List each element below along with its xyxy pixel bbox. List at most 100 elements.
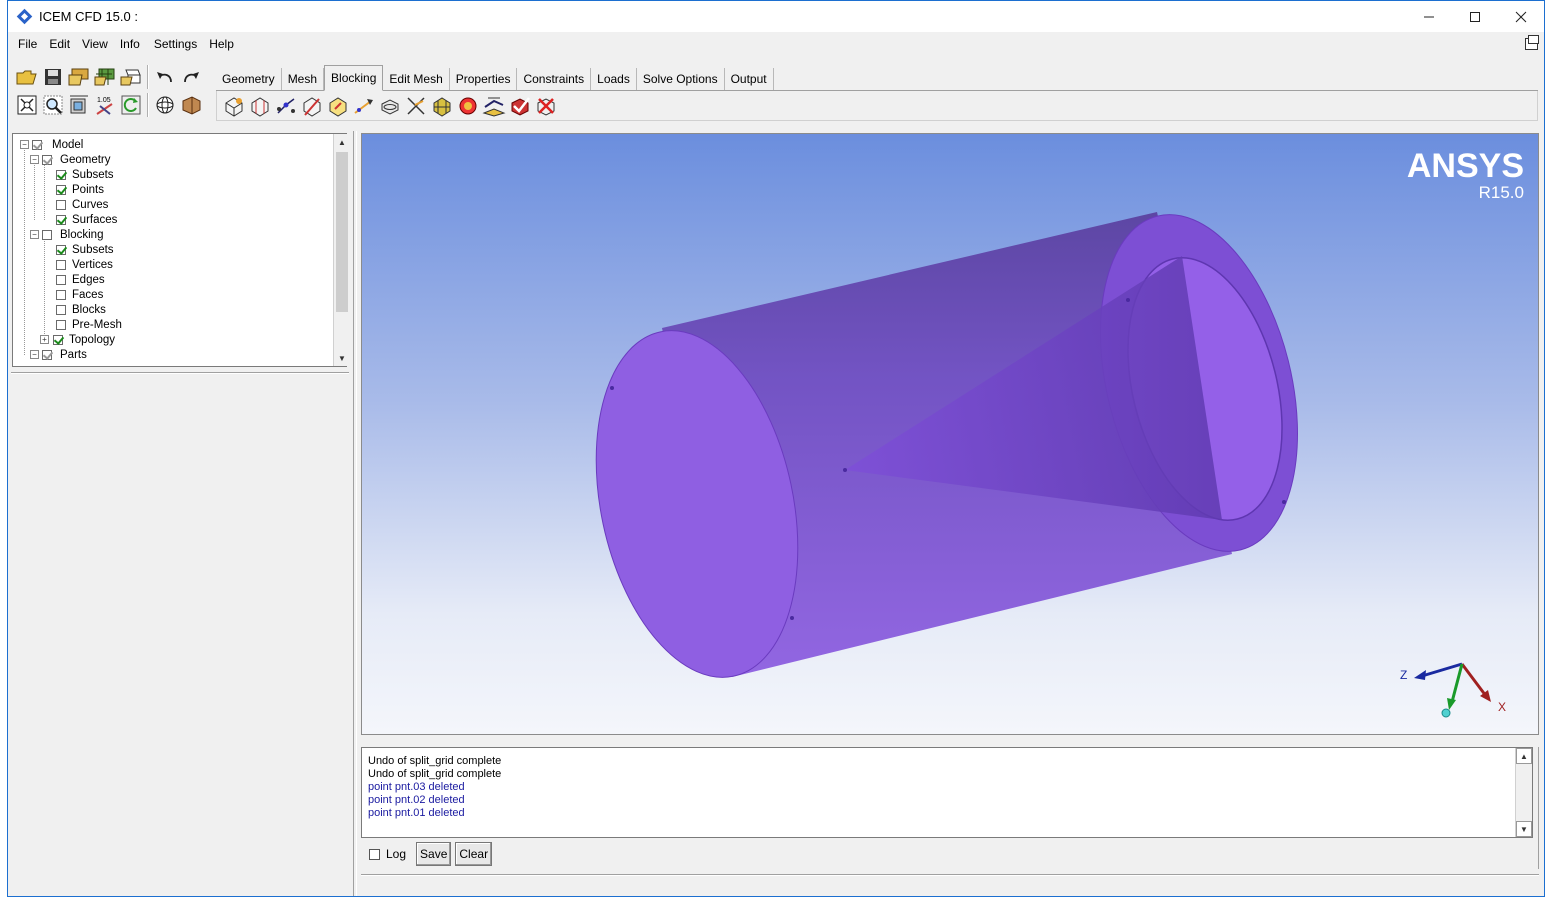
checkbox-vertices[interactable]: [56, 259, 66, 270]
tree-item-geometry-subsets[interactable]: Subsets: [56, 167, 114, 182]
create-block-button[interactable]: [221, 93, 247, 119]
message-line: point pnt.03 deleted: [368, 781, 465, 793]
scroll-down-icon[interactable]: ▼: [334, 350, 350, 366]
tree-item-faces[interactable]: Faces: [56, 287, 103, 302]
message-window[interactable]: Undo of split_grid complete Undo of spli…: [361, 747, 1533, 838]
expand-icon[interactable]: +: [40, 335, 49, 344]
delete-block-button[interactable]: [533, 93, 559, 119]
tree-item-edges[interactable]: Edges: [56, 272, 105, 287]
checkbox-pre-mesh[interactable]: [56, 319, 66, 330]
menu-view[interactable]: View: [76, 32, 114, 56]
restore-layout-icon[interactable]: [1525, 35, 1539, 50]
message-scrollbar[interactable]: ▲ ▼: [1515, 748, 1532, 837]
tree-item-geometry[interactable]: − Geometry: [30, 152, 111, 167]
toolbar-separator: [147, 93, 149, 117]
tab-solve-options[interactable]: Solve Options: [637, 68, 725, 90]
tree-item-blocking-subsets[interactable]: Subsets: [56, 242, 114, 257]
tab-geometry[interactable]: Geometry: [216, 68, 282, 90]
menu-edit[interactable]: Edit: [43, 32, 76, 56]
tree-item-blocking[interactable]: − Blocking: [30, 227, 103, 242]
tab-edit-mesh[interactable]: Edit Mesh: [383, 68, 450, 90]
open-blocking-button[interactable]: [118, 65, 144, 89]
check-blocks-button[interactable]: [507, 93, 533, 119]
wireframe-toggle-button[interactable]: [152, 93, 178, 117]
pre-mesh-smooth-button[interactable]: [481, 93, 507, 119]
checkbox-blocking[interactable]: [42, 229, 52, 240]
move-vertex-icon: [354, 98, 373, 114]
menu-help[interactable]: Help: [203, 32, 240, 56]
distance-button[interactable]: 1.05: [92, 93, 118, 117]
clear-messages-button[interactable]: Clear: [455, 842, 493, 866]
checkbox-blocking-subsets[interactable]: [56, 244, 66, 255]
checkbox-parts[interactable]: [42, 349, 52, 360]
transform-blocks-button[interactable]: [377, 93, 403, 119]
scroll-up-icon[interactable]: ▲: [334, 134, 350, 150]
split-block-button[interactable]: [247, 93, 273, 119]
checkbox-geometry-surfaces[interactable]: [56, 214, 66, 225]
tree-scroll-thumb[interactable]: [336, 152, 348, 312]
checkbox-geometry[interactable]: [42, 154, 52, 165]
pre-mesh-quality-button[interactable]: [455, 93, 481, 119]
tree-item-geometry-points[interactable]: Points: [56, 182, 104, 197]
log-checkbox[interactable]: [369, 848, 380, 860]
undo-button[interactable]: [152, 65, 178, 89]
fit-window-button[interactable]: [14, 93, 40, 117]
tab-loads[interactable]: Loads: [591, 68, 637, 90]
merge-vertices-button[interactable]: [273, 93, 299, 119]
tab-properties[interactable]: Properties: [450, 68, 518, 90]
tab-mesh[interactable]: Mesh: [282, 68, 325, 90]
scroll-down-icon[interactable]: ▼: [1516, 821, 1532, 837]
measure-button[interactable]: [66, 93, 92, 117]
tree-item-pre-mesh[interactable]: Pre-Mesh: [56, 317, 122, 332]
checkbox-edges[interactable]: [56, 274, 66, 285]
open-mesh-button[interactable]: [92, 65, 118, 89]
tab-output[interactable]: Output: [725, 68, 774, 90]
collapse-icon[interactable]: −: [20, 140, 29, 149]
tree-scrollbar[interactable]: ▲ ▼: [333, 134, 350, 366]
edit-edge-button[interactable]: [403, 93, 429, 119]
checkbox-faces[interactable]: [56, 289, 66, 300]
menu-file[interactable]: File: [12, 32, 43, 56]
solid-toggle-button[interactable]: [178, 93, 204, 117]
tab-blocking[interactable]: Blocking: [324, 65, 384, 91]
tab-constraints[interactable]: Constraints: [517, 68, 592, 90]
minimize-button[interactable]: [1406, 1, 1452, 32]
collapse-icon[interactable]: −: [30, 155, 39, 164]
checkbox-geometry-points[interactable]: [56, 184, 66, 195]
refresh-view-button[interactable]: [118, 93, 144, 117]
checkbox-model[interactable]: [32, 139, 42, 150]
tree-item-geometry-curves[interactable]: Curves: [56, 197, 108, 212]
zoom-box-button[interactable]: [40, 93, 66, 117]
open-project-button[interactable]: [14, 65, 40, 89]
open-geometry-button[interactable]: [66, 65, 92, 89]
checkbox-geometry-curves[interactable]: [56, 199, 66, 210]
pre-mesh-params-button[interactable]: [429, 93, 455, 119]
menu-info[interactable]: Info: [114, 32, 146, 56]
tree-item-vertices[interactable]: Vertices: [56, 257, 113, 272]
close-icon: [1515, 11, 1527, 22]
vertical-splitter[interactable]: [353, 131, 357, 896]
close-button[interactable]: [1498, 1, 1544, 32]
tree-item-model[interactable]: − Model: [20, 137, 83, 152]
menu-settings[interactable]: Settings: [148, 32, 203, 56]
save-project-button[interactable]: [40, 65, 66, 89]
maximize-button[interactable]: [1452, 1, 1498, 32]
edit-block-button[interactable]: [299, 93, 325, 119]
associate-button[interactable]: [325, 93, 351, 119]
checkbox-geometry-subsets[interactable]: [56, 169, 66, 180]
checkbox-topology[interactable]: [53, 334, 63, 345]
redo-button[interactable]: [178, 65, 204, 89]
collapse-icon[interactable]: −: [30, 350, 39, 359]
collapse-icon[interactable]: −: [30, 230, 39, 239]
move-vertex-button[interactable]: [351, 93, 377, 119]
checkbox-blocks[interactable]: [56, 304, 66, 315]
tree-item-topology[interactable]: + Topology: [40, 332, 115, 347]
tree-item-parts[interactable]: − Parts: [30, 347, 87, 362]
panel-divider[interactable]: [11, 372, 349, 374]
save-messages-button[interactable]: Save: [416, 842, 452, 866]
tree-item-blocks[interactable]: Blocks: [56, 302, 106, 317]
scroll-up-icon[interactable]: ▲: [1516, 748, 1532, 764]
graphics-viewport[interactable]: ANSYS R15.0 Z X: [361, 133, 1539, 735]
tree-label: Subsets: [72, 168, 114, 181]
tree-item-geometry-surfaces[interactable]: Surfaces: [56, 212, 117, 227]
